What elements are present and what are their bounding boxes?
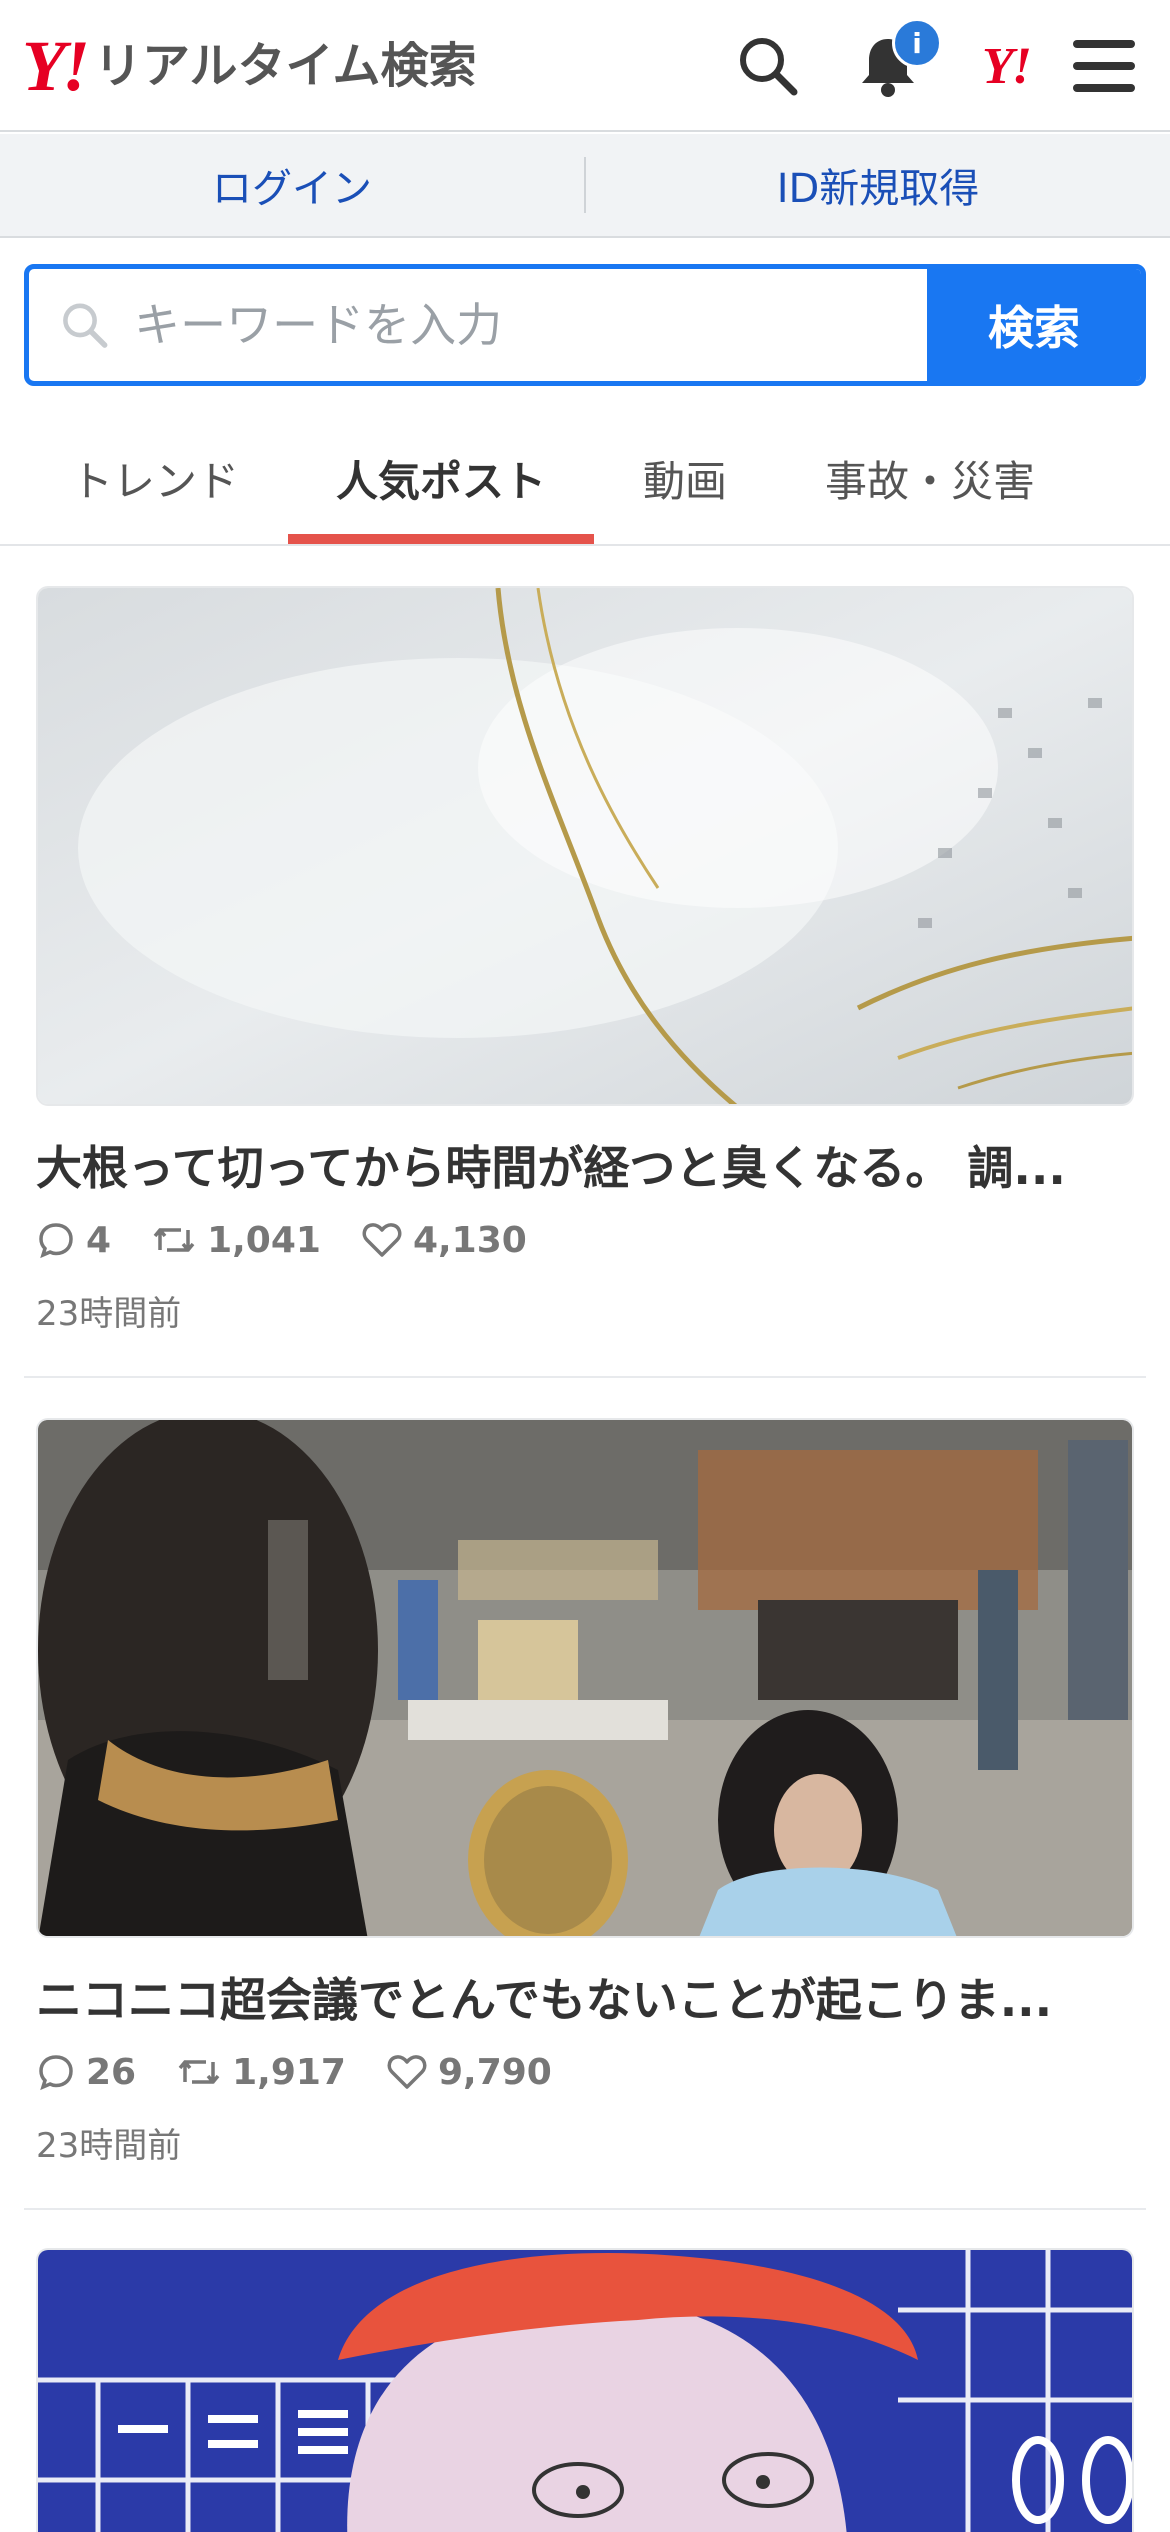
tab-video[interactable]: 動画	[600, 410, 770, 546]
like-count[interactable]: 9,790	[386, 2052, 552, 2093]
reply-count-value: 26	[86, 2051, 137, 2093]
post-divider	[24, 1376, 1146, 1378]
repost-icon	[153, 1228, 195, 1252]
search-field-icon	[63, 303, 108, 348]
tab-trend[interactable]: トレンド	[40, 410, 270, 546]
yahoo-realtime-logo[interactable]: Y! リアルタイム検索	[22, 26, 477, 106]
category-tabs: トレンド 人気ポスト 動画 事故・災害	[0, 410, 1170, 546]
reply-icon	[39, 1223, 73, 1259]
post-divider	[24, 2208, 1146, 2210]
repost-count-value: 1,041	[207, 1219, 321, 1261]
like-count[interactable]: 4,130	[361, 1220, 527, 1261]
login-link[interactable]: ログイン	[0, 134, 584, 236]
search-field	[29, 269, 927, 381]
post-video-thumbnail[interactable]	[36, 1418, 1134, 1938]
post-stats: 26 1,917 9,790	[36, 2044, 592, 2100]
post-timestamp: 23時間前	[36, 1294, 182, 1334]
post-video-thumbnail[interactable]	[36, 586, 1134, 1106]
search-icon[interactable]	[730, 28, 806, 104]
post-timestamp: 23時間前	[36, 2126, 182, 2166]
search-input[interactable]	[134, 298, 927, 352]
heart-icon	[387, 2055, 427, 2089]
register-link[interactable]: ID新規取得	[586, 134, 1170, 236]
active-tab-indicator	[288, 534, 594, 544]
notification-bell-icon[interactable]: i	[850, 18, 942, 104]
reply-count-value: 4	[86, 1219, 112, 1261]
repost-count-value: 1,917	[232, 2051, 346, 2093]
like-count-value: 9,790	[437, 2051, 552, 2093]
repost-count[interactable]: 1,041	[151, 1220, 321, 1261]
tab-accident-disaster[interactable]: 事故・災害	[790, 410, 1070, 546]
yahoo-logo-mark: Y!	[22, 26, 90, 106]
account-bar: ログイン ID新規取得	[0, 134, 1170, 238]
reply-count[interactable]: 26	[36, 2052, 136, 2093]
app-header: Y! リアルタイム検索 i Y!	[0, 0, 1170, 132]
tab-popular-posts[interactable]: 人気ポスト	[288, 410, 594, 546]
post-stats: 4 1,041 4,130	[36, 1212, 567, 1268]
menu-icon[interactable]	[1066, 28, 1142, 104]
search-form: 検索	[24, 264, 1146, 386]
heart-icon	[362, 1223, 402, 1257]
notification-badge: i	[892, 18, 942, 68]
logo-title: リアルタイム検索	[94, 38, 477, 94]
repost-count[interactable]: 1,917	[176, 2052, 346, 2093]
reply-count[interactable]: 4	[36, 1220, 111, 1261]
post-title[interactable]: ニコニコ超会議でとんでもないことが起こりま...	[36, 1964, 1134, 2030]
search-button[interactable]: 検索	[927, 269, 1141, 381]
reply-icon	[39, 2055, 73, 2091]
yahoo-mark: Y!	[982, 37, 1032, 95]
post-title[interactable]: 大根って切ってから時間が経つと臭くなる。 調...	[36, 1132, 1134, 1198]
repost-icon	[178, 2060, 220, 2084]
post-video-thumbnail[interactable]	[36, 2248, 1134, 2532]
yahoo-top-link[interactable]: Y!	[964, 28, 1048, 104]
like-count-value: 4,130	[412, 1219, 527, 1261]
